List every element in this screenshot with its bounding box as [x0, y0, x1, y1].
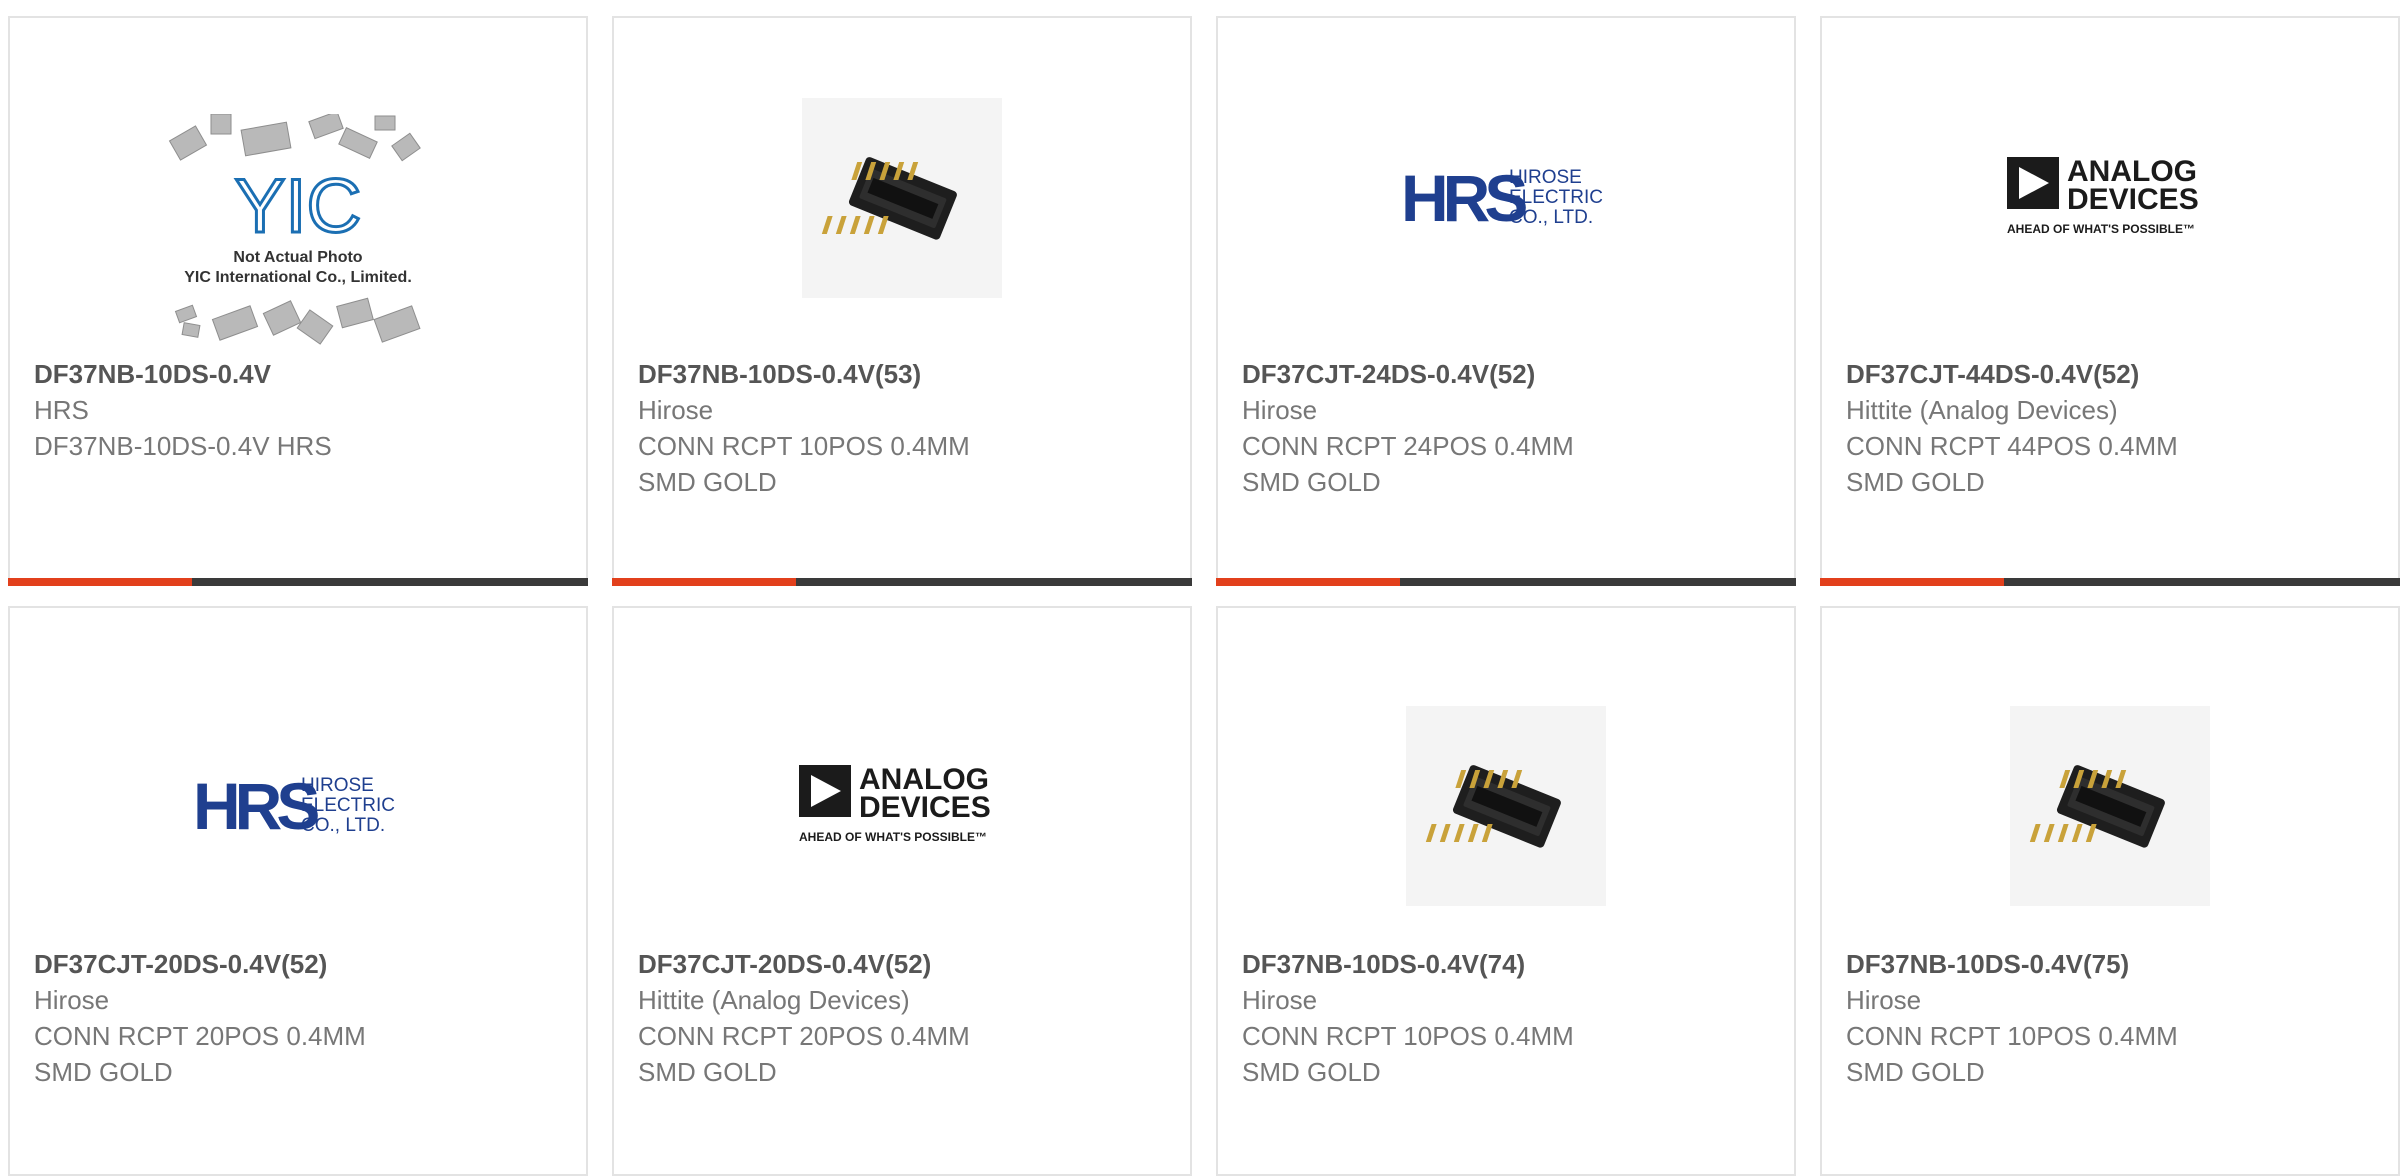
- hrs-logo-icon: HRS HIROSE ELECTRIC CO., LTD.: [193, 771, 395, 841]
- manufacturer-label: Hittite (Analog Devices): [638, 985, 910, 1015]
- product-card[interactable]: DF37NB-10DS-0.4V(75) Hirose CONN RCPT 10PO…: [1820, 606, 2400, 1176]
- hrs-logo-line-3: CO., LTD.: [1509, 207, 1593, 228]
- yic-placeholder-icon: YIC Not Actual Photo YIC International C…: [168, 114, 421, 345]
- adi-logo-tagline: AHEAD OF WHAT'S POSSIBLE™: [2007, 222, 2195, 236]
- connector-photo-icon: [1406, 706, 1606, 906]
- product-description: CONN RCPT 44POS 0.4MM SMD GOLD: [1846, 431, 2178, 497]
- product-image[interactable]: [1218, 656, 1794, 956]
- product-image[interactable]: ANALOG DEVICES AHEAD OF WHAT'S POSSIBLE™: [1822, 48, 2398, 348]
- product-info: DF37CJT-20DS-0.4V(52) Hittite (Analog Dev…: [638, 946, 1170, 1090]
- yic-logo-mark: YIC: [235, 164, 362, 249]
- manufacturer-label: Hirose: [1242, 395, 1318, 425]
- adi-logo-line-2: DEVICES: [859, 791, 991, 824]
- part-number-link[interactable]: DF37CJT-20DS-0.4V(52): [34, 946, 566, 982]
- part-number-link[interactable]: DF37CJT-44DS-0.4V(52): [1846, 356, 2378, 392]
- hrs-logo-line-2: ELECTRIC: [301, 795, 395, 816]
- hrs-logo-icon: HRS HIROSE ELECTRIC CO., LTD.: [1401, 163, 1603, 233]
- hrs-logo-mark: HRS: [193, 771, 318, 841]
- part-number-link[interactable]: DF37NB-10DS-0.4V(74): [1242, 946, 1774, 982]
- card-accent-bar: [612, 578, 796, 586]
- product-info: DF37CJT-44DS-0.4V(52) Hittite (Analog Dev…: [1846, 356, 2378, 500]
- card-accent-bar: [8, 578, 192, 586]
- product-info: DF37NB-10DS-0.4V HRS DF37NB-10DS-0.4V HRS: [34, 356, 566, 464]
- card-bottom-bar: [1820, 578, 2400, 586]
- product-image[interactable]: [1822, 656, 2398, 956]
- manufacturer-label: Hirose: [1846, 985, 1922, 1015]
- product-description: DF37NB-10DS-0.4V HRS: [34, 431, 332, 461]
- product-image[interactable]: HRS HIROSE ELECTRIC CO., LTD.: [10, 656, 586, 956]
- product-info: DF37NB-10DS-0.4V(75) Hirose CONN RCPT 10PO…: [1846, 946, 2378, 1090]
- part-number-link[interactable]: DF37CJT-24DS-0.4V(52): [1242, 356, 1774, 392]
- placeholder-text-2: YIC International Co., Limited.: [184, 269, 412, 286]
- connector-photo-icon: [802, 98, 1002, 298]
- manufacturer-label: Hirose: [1242, 985, 1318, 1015]
- product-description: CONN RCPT 20POS 0.4MM SMD GOLD: [638, 1021, 970, 1087]
- product-grid: YIC Not Actual Photo YIC International C…: [0, 0, 2400, 1176]
- product-card[interactable]: DF37NB-10DS-0.4V(53) Hirose CONN RCPT 10PO…: [612, 16, 1192, 586]
- product-info: DF37CJT-20DS-0.4V(52) Hirose CONN RCPT 20P…: [34, 946, 566, 1090]
- hrs-logo-line-3: CO., LTD.: [301, 815, 385, 836]
- analog-devices-logo-icon: ANALOG DEVICES AHEAD OF WHAT'S POSSIBLE™: [2007, 155, 2199, 236]
- hrs-logo-line-1: HIROSE: [301, 775, 374, 796]
- manufacturer-label: Hittite (Analog Devices): [1846, 395, 2118, 425]
- adi-logo-line-2: DEVICES: [2067, 183, 2199, 216]
- manufacturer-label: Hirose: [34, 985, 110, 1015]
- product-image[interactable]: HRS HIROSE ELECTRIC CO., LTD.: [1218, 48, 1794, 348]
- product-info: DF37NB-10DS-0.4V(74) Hirose CONN RCPT 10PO…: [1242, 946, 1774, 1090]
- analog-devices-logo-icon: ANALOG DEVICES AHEAD OF WHAT'S POSSIBLE™: [799, 763, 991, 844]
- product-image[interactable]: [614, 48, 1190, 348]
- card-accent-bar: [1216, 578, 1400, 586]
- hrs-logo-mark: HRS: [1401, 163, 1526, 233]
- product-card[interactable]: YIC Not Actual Photo YIC International C…: [8, 16, 588, 586]
- product-card[interactable]: DF37NB-10DS-0.4V(74) Hirose CONN RCPT 10PO…: [1216, 606, 1796, 1176]
- card-bottom-bar: [612, 578, 1192, 586]
- manufacturer-label: Hirose: [638, 395, 714, 425]
- placeholder-text-1: Not Actual Photo: [233, 249, 362, 266]
- product-card[interactable]: ANALOG DEVICES AHEAD OF WHAT'S POSSIBLE™…: [612, 606, 1192, 1176]
- product-card[interactable]: HRS HIROSE ELECTRIC CO., LTD. DF37CJT-24…: [1216, 16, 1796, 586]
- part-number-link[interactable]: DF37NB-10DS-0.4V: [34, 356, 566, 392]
- card-bottom-bar: [8, 578, 588, 586]
- adi-logo-tagline: AHEAD OF WHAT'S POSSIBLE™: [799, 830, 987, 844]
- part-number-link[interactable]: DF37NB-10DS-0.4V(75): [1846, 946, 2378, 982]
- hrs-logo-line-2: ELECTRIC: [1509, 187, 1603, 208]
- card-accent-bar: [1820, 578, 2004, 586]
- product-description: CONN RCPT 20POS 0.4MM SMD GOLD: [34, 1021, 366, 1087]
- product-description: CONN RCPT 10POS 0.4MM SMD GOLD: [638, 431, 970, 497]
- manufacturer-label: HRS: [34, 395, 89, 425]
- product-description: CONN RCPT 10POS 0.4MM SMD GOLD: [1846, 1021, 2178, 1087]
- product-image[interactable]: ANALOG DEVICES AHEAD OF WHAT'S POSSIBLE™: [614, 656, 1190, 956]
- product-description: CONN RCPT 10POS 0.4MM SMD GOLD: [1242, 1021, 1574, 1087]
- card-bottom-bar: [1216, 578, 1796, 586]
- product-card[interactable]: HRS HIROSE ELECTRIC CO., LTD. DF37CJT-20…: [8, 606, 588, 1176]
- part-number-link[interactable]: DF37CJT-20DS-0.4V(52): [638, 946, 1170, 982]
- connector-photo-icon: [2010, 706, 2210, 906]
- product-info: DF37CJT-24DS-0.4V(52) Hirose CONN RCPT 24P…: [1242, 356, 1774, 500]
- hrs-logo-line-1: HIROSE: [1509, 167, 1582, 188]
- product-description: CONN RCPT 24POS 0.4MM SMD GOLD: [1242, 431, 1574, 497]
- part-number-link[interactable]: DF37NB-10DS-0.4V(53): [638, 356, 1170, 392]
- product-info: DF37NB-10DS-0.4V(53) Hirose CONN RCPT 10PO…: [638, 356, 1170, 500]
- product-image[interactable]: YIC Not Actual Photo YIC International C…: [10, 104, 586, 364]
- product-card[interactable]: ANALOG DEVICES AHEAD OF WHAT'S POSSIBLE™…: [1820, 16, 2400, 586]
